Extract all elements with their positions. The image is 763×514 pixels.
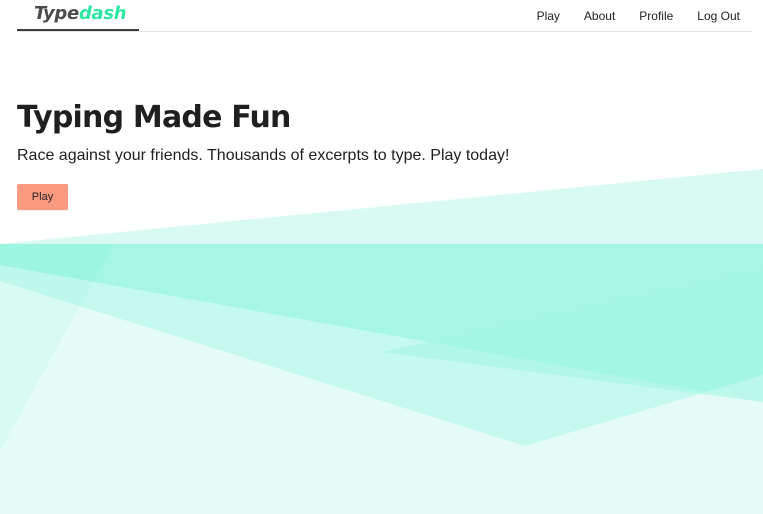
nav-link-play[interactable]: Play (537, 9, 560, 23)
background-shapes (0, 169, 763, 514)
play-button[interactable]: Play (17, 184, 68, 210)
brand-wordmark-type: Type (34, 3, 79, 24)
nav-link-about[interactable]: About (584, 9, 615, 23)
nav-link-profile[interactable]: Profile (639, 9, 673, 23)
hero-section: Typing Made Fun Race against your friend… (17, 98, 717, 210)
hero-title: Typing Made Fun (17, 100, 291, 135)
hero-subtitle: Race against your friends. Thousands of … (17, 147, 510, 164)
brand-logo[interactable]: Typedash (17, 0, 139, 31)
brand-wordmark: Typedash (34, 3, 127, 24)
landing-page: Typedash Play About Profile Log Out Typi… (0, 0, 763, 514)
nav-link-logout[interactable]: Log Out (697, 9, 740, 23)
brand-wordmark-dash: dash (78, 3, 127, 24)
top-navbar: Typedash Play About Profile Log Out (17, 0, 752, 32)
nav-links: Play About Profile Log Out (537, 9, 740, 23)
